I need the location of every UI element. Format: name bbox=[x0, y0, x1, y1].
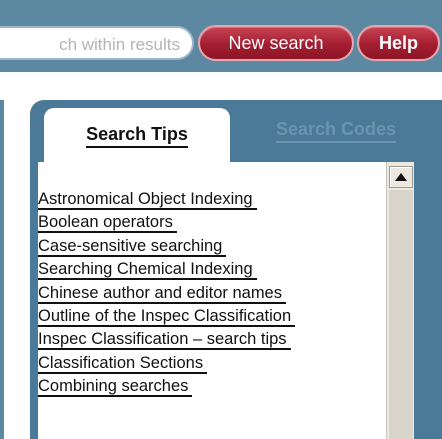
search-within-results-input[interactable]: ch within results bbox=[0, 26, 194, 60]
search-tip-link[interactable]: Searching Chemical Indexing bbox=[38, 260, 257, 281]
spacer-band bbox=[0, 72, 442, 100]
tab-search-codes-label: Search Codes bbox=[275, 119, 397, 143]
search-tip-link[interactable]: Boolean operators bbox=[38, 213, 177, 234]
search-tips-list: Astronomical Object Indexing Boolean ope… bbox=[38, 189, 386, 400]
search-tip-link[interactable]: Combining searches bbox=[38, 377, 193, 398]
help-button[interactable]: Help bbox=[357, 25, 440, 61]
list-item: Inspec Classification – search tips bbox=[38, 329, 386, 352]
search-tip-link[interactable]: Outline of the Inspec Classification bbox=[38, 306, 296, 327]
left-edge-strip bbox=[0, 100, 4, 439]
list-item: Outline of the Inspec Classification bbox=[38, 306, 386, 329]
new-search-button[interactable]: New search bbox=[198, 25, 354, 61]
search-tip-link[interactable]: Chinese author and editor names bbox=[38, 283, 286, 304]
search-tip-link[interactable]: Case-sensitive searching bbox=[38, 236, 227, 257]
list-item: Classification Sections bbox=[38, 353, 386, 376]
list-item: Combining searches bbox=[38, 376, 386, 399]
search-tips-content: Astronomical Object Indexing Boolean ope… bbox=[38, 162, 386, 439]
triangle-up-icon bbox=[395, 173, 407, 181]
search-tip-link[interactable]: Classification Sections bbox=[38, 353, 208, 374]
search-within-placeholder: ch within results bbox=[59, 35, 180, 54]
tab-search-tips-label: Search Tips bbox=[86, 124, 188, 148]
search-tip-link[interactable]: Astronomical Object Indexing bbox=[38, 190, 257, 210]
scroll-up-button[interactable] bbox=[389, 166, 413, 188]
list-item: Chinese author and editor names bbox=[38, 283, 386, 306]
list-item: Searching Chemical Indexing bbox=[38, 259, 386, 282]
scroll-track[interactable] bbox=[389, 190, 413, 439]
tab-search-tips[interactable]: Search Tips bbox=[44, 108, 230, 164]
top-toolbar: ch within results New search Help bbox=[0, 0, 442, 72]
tab-search-codes[interactable]: Search Codes bbox=[230, 108, 442, 154]
search-tip-link[interactable]: Inspec Classification – search tips bbox=[38, 330, 291, 351]
list-item: Astronomical Object Indexing bbox=[38, 189, 386, 212]
search-help-panel: Search Tips Search Codes Astronomical Ob… bbox=[30, 100, 442, 439]
list-item: Boolean operators bbox=[38, 212, 386, 235]
list-item: Case-sensitive searching bbox=[38, 236, 386, 259]
vertical-scrollbar[interactable] bbox=[386, 162, 414, 439]
